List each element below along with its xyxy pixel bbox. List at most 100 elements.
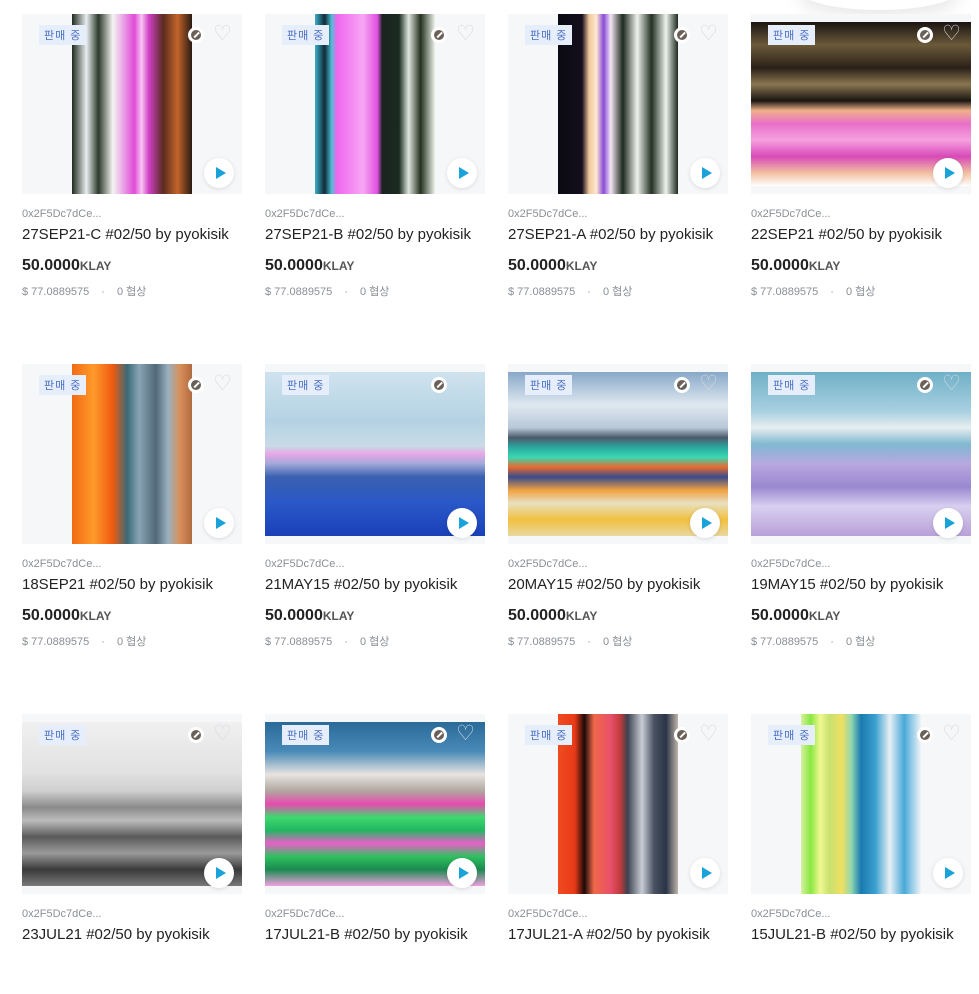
play-icon (944, 517, 955, 529)
nft-card[interactable]: 판매 중 ♡ 0x2F5Dc7dCe... 18SEP21 #02/50 by … (22, 364, 242, 648)
on-sale-badge: 판매 중 (525, 375, 573, 395)
on-sale-badge: 판매 중 (39, 375, 87, 395)
price: 50.0000KLAY (751, 257, 841, 274)
owner-address[interactable]: 0x2F5Dc7dCe... (751, 208, 971, 220)
play-button[interactable] (690, 508, 720, 538)
heart-outline-icon[interactable]: ♡ (213, 373, 232, 394)
heart-outline-icon[interactable]: ♡ (699, 723, 718, 744)
heart-outline-icon[interactable]: ♡ (942, 373, 961, 394)
nft-card[interactable]: 판매 중 ♡ 0x2F5Dc7dCe... 27SEP21-C #02/50 b… (22, 14, 242, 298)
play-icon (944, 167, 955, 179)
nft-title[interactable]: 23JUL21 #02/50 by pyokisik (22, 926, 242, 943)
play-icon (458, 867, 469, 879)
klaytn-icon (188, 727, 204, 743)
klaytn-icon (431, 27, 447, 43)
klaytn-icon (917, 377, 933, 393)
play-button[interactable] (690, 158, 720, 188)
nft-card[interactable]: 판매 중 ♡ 0x2F5Dc7dCe... 23JUL21 #02/50 by … (22, 714, 242, 994)
nft-title[interactable]: 27SEP21-B #02/50 by pyokisik (265, 226, 485, 243)
nft-title[interactable]: 27SEP21-C #02/50 by pyokisik (22, 226, 242, 243)
heart-outline-icon[interactable]: ♡ (942, 723, 961, 744)
nft-title[interactable]: 21MAY15 #02/50 by pyokisik (265, 576, 485, 593)
nft-thumbnail[interactable]: 판매 중 ♡ (508, 364, 728, 544)
nft-card[interactable]: 판매 중 ♡ 0x2F5Dc7dCe... 17JUL21-B #02/50 b… (265, 714, 485, 994)
nft-title[interactable]: 20MAY15 #02/50 by pyokisik (508, 576, 728, 593)
nft-thumbnail[interactable]: 판매 중 ♡ (265, 714, 485, 894)
klaytn-icon (188, 377, 204, 393)
nft-thumbnail[interactable]: 판매 중 ♡ (751, 714, 971, 894)
heart-outline-icon[interactable]: ♡ (942, 23, 961, 44)
floating-panel-shadow (799, 0, 959, 10)
heart-outline-icon[interactable]: ♡ (456, 373, 475, 394)
price-meta: $ 77.0889575 · 0 협상 (751, 286, 876, 298)
nft-card[interactable]: 판매 중 ♡ 0x2F5Dc7dCe... 22SEP21 #02/50 by … (751, 14, 971, 298)
nft-thumbnail[interactable]: 판매 중 ♡ (265, 364, 485, 544)
nft-card[interactable]: 판매 중 ♡ 0x2F5Dc7dCe... 27SEP21-B #02/50 b… (265, 14, 485, 298)
owner-address[interactable]: 0x2F5Dc7dCe... (508, 208, 728, 220)
nft-title[interactable]: 15JUL21-B #02/50 by pyokisik (751, 926, 971, 943)
heart-outline-icon[interactable]: ♡ (456, 723, 475, 744)
price-meta: $ 77.0889575 · 0 협상 (508, 636, 633, 648)
heart-outline-icon[interactable]: ♡ (699, 23, 718, 44)
heart-outline-icon[interactable]: ♡ (456, 23, 475, 44)
klaytn-icon (674, 27, 690, 43)
nft-thumbnail[interactable]: 판매 중 ♡ (265, 14, 485, 194)
on-sale-badge: 판매 중 (768, 375, 816, 395)
price-meta: $ 77.0889575 · 0 협상 (265, 636, 390, 648)
heart-outline-icon[interactable]: ♡ (699, 373, 718, 394)
price-meta: $ 77.0889575 · 0 협상 (751, 636, 876, 648)
on-sale-badge: 판매 중 (39, 725, 87, 745)
owner-address[interactable]: 0x2F5Dc7dCe... (265, 558, 485, 570)
play-button[interactable] (690, 858, 720, 888)
nft-title[interactable]: 19MAY15 #02/50 by pyokisik (751, 576, 971, 593)
nft-thumbnail[interactable]: 판매 중 ♡ (751, 364, 971, 544)
play-icon (458, 517, 469, 529)
nft-title[interactable]: 17JUL21-A #02/50 by pyokisik (508, 926, 728, 943)
owner-address[interactable]: 0x2F5Dc7dCe... (751, 908, 971, 920)
nft-thumbnail[interactable]: 판매 중 ♡ (22, 14, 242, 194)
nft-card[interactable]: 판매 중 ♡ 0x2F5Dc7dCe... 15JUL21-B #02/50 b… (751, 714, 971, 994)
play-button[interactable] (933, 858, 963, 888)
play-button[interactable] (447, 158, 477, 188)
owner-address[interactable]: 0x2F5Dc7dCe... (22, 558, 242, 570)
play-icon (701, 867, 712, 879)
owner-address[interactable]: 0x2F5Dc7dCe... (508, 908, 728, 920)
nft-thumbnail[interactable]: 판매 중 ♡ (22, 364, 242, 544)
nft-card[interactable]: 판매 중 ♡ 0x2F5Dc7dCe... 17JUL21-A #02/50 b… (508, 714, 728, 994)
on-sale-badge: 판매 중 (282, 25, 330, 45)
owner-address[interactable]: 0x2F5Dc7dCe... (22, 208, 242, 220)
artwork-image (72, 364, 192, 544)
play-button[interactable] (447, 508, 477, 538)
play-button[interactable] (204, 858, 234, 888)
owner-address[interactable]: 0x2F5Dc7dCe... (265, 908, 485, 920)
nft-title[interactable]: 17JUL21-B #02/50 by pyokisik (265, 926, 485, 943)
owner-address[interactable]: 0x2F5Dc7dCe... (751, 558, 971, 570)
play-button[interactable] (933, 158, 963, 188)
price: 50.0000KLAY (265, 607, 355, 624)
nft-title[interactable]: 22SEP21 #02/50 by pyokisik (751, 226, 971, 243)
nft-card[interactable]: 판매 중 ♡ 0x2F5Dc7dCe... 21MAY15 #02/50 by … (265, 364, 485, 648)
nft-title[interactable]: 27SEP21-A #02/50 by pyokisik (508, 226, 728, 243)
play-button[interactable] (933, 508, 963, 538)
owner-address[interactable]: 0x2F5Dc7dCe... (265, 208, 485, 220)
price: 50.0000KLAY (22, 257, 112, 274)
nft-card[interactable]: 판매 중 ♡ 0x2F5Dc7dCe... 20MAY15 #02/50 by … (508, 364, 728, 648)
nft-card[interactable]: 판매 중 ♡ 0x2F5Dc7dCe... 19MAY15 #02/50 by … (751, 364, 971, 648)
play-button[interactable] (204, 508, 234, 538)
heart-outline-icon[interactable]: ♡ (213, 723, 232, 744)
owner-address[interactable]: 0x2F5Dc7dCe... (508, 558, 728, 570)
play-icon (458, 167, 469, 179)
nft-title[interactable]: 18SEP21 #02/50 by pyokisik (22, 576, 242, 593)
play-button[interactable] (447, 858, 477, 888)
play-button[interactable] (204, 158, 234, 188)
play-icon (215, 167, 226, 179)
nft-thumbnail[interactable]: 판매 중 ♡ (22, 714, 242, 894)
nft-card[interactable]: 판매 중 ♡ 0x2F5Dc7dCe... 27SEP21-A #02/50 b… (508, 14, 728, 298)
nft-thumbnail[interactable]: 판매 중 ♡ (508, 714, 728, 894)
artwork-image (72, 14, 192, 194)
artwork-image (801, 714, 921, 894)
owner-address[interactable]: 0x2F5Dc7dCe... (22, 908, 242, 920)
nft-thumbnail[interactable]: 판매 중 ♡ (508, 14, 728, 194)
nft-thumbnail[interactable]: 판매 중 ♡ (751, 14, 971, 194)
heart-outline-icon[interactable]: ♡ (213, 23, 232, 44)
